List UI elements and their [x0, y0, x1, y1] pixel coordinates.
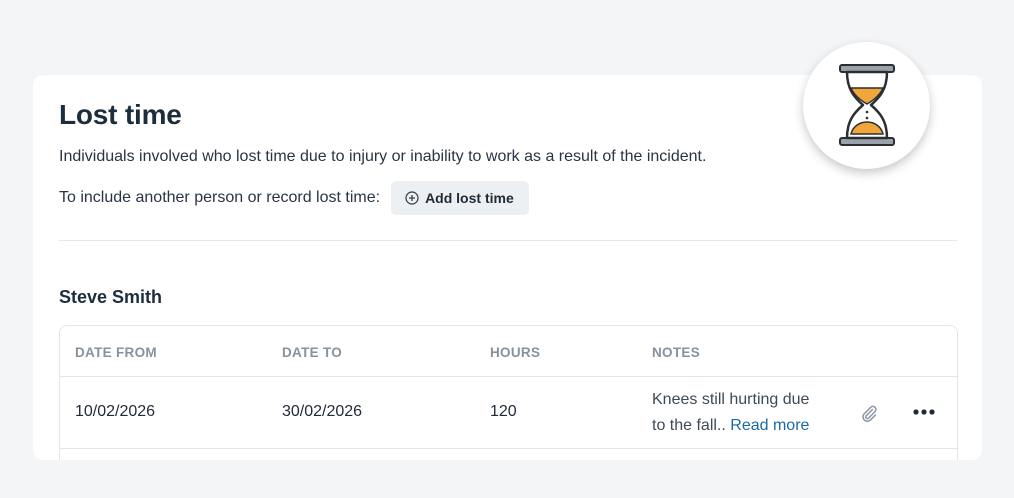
section-description: Individuals involved who lost time due t…	[59, 148, 707, 165]
table-header: DATE FROM DATE TO HOURS NOTES	[60, 326, 957, 377]
add-lost-time-label: Add lost time	[425, 190, 514, 206]
add-lost-time-button[interactable]: Add lost time	[391, 181, 529, 215]
date-from-cell: 10/02/2026	[75, 403, 156, 420]
page: Lost time Individuals involved who lost …	[0, 0, 1014, 498]
include-prompt: To include another person or record lost…	[59, 189, 381, 206]
column-header-hours: HOURS	[490, 345, 541, 360]
column-header-notes: NOTES	[652, 345, 701, 360]
notes-text-line1: Knees still hurting due	[652, 391, 810, 408]
add-lost-time-row: To include another person or record lost…	[59, 181, 529, 215]
paperclip-icon[interactable]	[859, 403, 879, 423]
plus-circle-icon	[405, 191, 419, 205]
section-divider	[59, 240, 957, 241]
notes-cell: Knees still hurting due to the fall.. Re…	[652, 387, 837, 439]
more-horizontal-icon[interactable]	[912, 405, 938, 419]
hourglass-badge	[803, 42, 930, 169]
notes-text-line2: to the fall..	[652, 417, 726, 434]
read-more-link[interactable]: Read more	[730, 417, 809, 434]
hourglass-icon	[839, 64, 895, 146]
person-name: Steve Smith	[59, 287, 163, 307]
column-header-date-to: DATE TO	[282, 345, 343, 360]
lost-time-table: DATE FROM DATE TO HOURS NOTES 10/02/2026…	[59, 325, 958, 460]
hours-cell: 120	[490, 403, 517, 420]
page-title: Lost time	[59, 99, 182, 130]
table-row[interactable]: 10/02/2026 30/02/2026 120 Knees still hu…	[60, 377, 957, 449]
column-header-date-from: DATE FROM	[75, 345, 157, 360]
date-to-cell: 30/02/2026	[282, 403, 363, 420]
